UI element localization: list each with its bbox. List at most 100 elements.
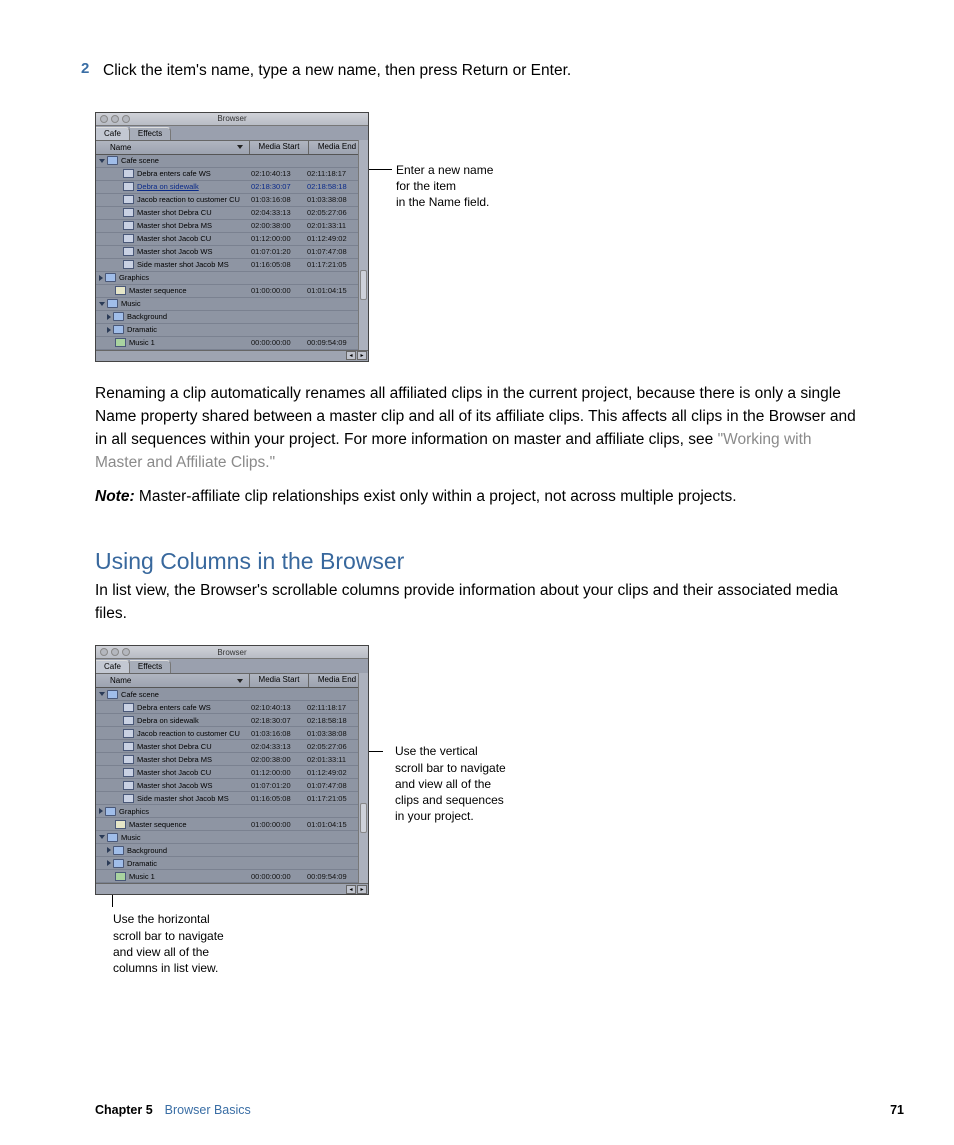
clip-row[interactable]: Master shot Debra CU02:04:33:1302:05:27:… xyxy=(96,740,368,753)
disclosure-triangle-icon[interactable] xyxy=(99,808,103,814)
vertical-scrollbar[interactable] xyxy=(358,673,368,883)
item-name[interactable]: Dramatic xyxy=(127,325,157,334)
clip-row[interactable]: Master sequence01:00:00:0001:01:04:15 xyxy=(96,818,368,831)
item-name[interactable]: Master shot Jacob WS xyxy=(137,247,212,256)
disclosure-triangle-icon[interactable] xyxy=(99,159,105,163)
callout-vertical-scroll: Use the vertical scroll bar to navigate … xyxy=(395,645,506,824)
item-name[interactable]: Debra on sidewalk xyxy=(137,182,199,191)
tab-cafe[interactable]: Cafe xyxy=(96,660,130,673)
scroll-thumb[interactable] xyxy=(360,270,367,300)
disclosure-triangle-icon[interactable] xyxy=(99,835,105,839)
folder-icon xyxy=(113,846,124,855)
col-name[interactable]: Name xyxy=(96,674,250,687)
item-name[interactable]: Master shot Debra MS xyxy=(137,221,212,230)
scroll-right-icon[interactable]: ▸ xyxy=(357,885,367,894)
clip-row[interactable]: Master shot Debra MS02:00:38:0002:01:33:… xyxy=(96,220,368,233)
clip-row[interactable]: Music 100:00:00:0000:09:54:09 xyxy=(96,337,368,350)
disclosure-triangle-icon[interactable] xyxy=(99,692,105,696)
item-name[interactable]: Music 1 xyxy=(129,872,155,881)
clip-row[interactable]: Jacob reaction to customer CU01:03:16:08… xyxy=(96,727,368,740)
col-media-start[interactable]: Media Start xyxy=(250,674,309,687)
item-name[interactable]: Master shot Debra CU xyxy=(137,742,212,751)
media-end: 02:05:27:06 xyxy=(305,208,361,217)
clip-row[interactable]: Music 100:00:00:0000:09:54:09 xyxy=(96,870,368,883)
bin-row[interactable]: Cafe scene xyxy=(96,688,368,701)
item-name[interactable]: Cafe scene xyxy=(121,690,159,699)
clip-row[interactable]: Debra on sidewalk02:18:30:0702:18:58:18 xyxy=(96,181,368,194)
media-start: 02:00:38:00 xyxy=(249,221,305,230)
item-name[interactable]: Side master shot Jacob MS xyxy=(137,260,229,269)
item-name[interactable]: Master shot Debra MS xyxy=(137,755,212,764)
item-name[interactable]: Debra enters cafe WS xyxy=(137,703,211,712)
item-name[interactable]: Cafe scene xyxy=(121,156,159,165)
item-name[interactable]: Dramatic xyxy=(127,859,157,868)
disclosure-triangle-icon[interactable] xyxy=(107,847,111,853)
disclosure-triangle-icon[interactable] xyxy=(107,327,111,333)
item-name[interactable]: Graphics xyxy=(119,807,149,816)
media-end: 01:17:21:05 xyxy=(305,794,361,803)
horizontal-scrollbar[interactable]: ◂ ▸ xyxy=(96,350,368,361)
item-name[interactable]: Music xyxy=(121,299,141,308)
vertical-scrollbar[interactable] xyxy=(358,140,368,350)
clip-row[interactable]: Side master shot Jacob MS01:16:05:0801:1… xyxy=(96,792,368,805)
bin-row[interactable]: Dramatic xyxy=(96,324,368,337)
tab-cafe[interactable]: Cafe xyxy=(96,127,130,140)
col-name[interactable]: Name xyxy=(96,141,250,154)
tab-effects[interactable]: Effects xyxy=(130,127,171,140)
tab-effects[interactable]: Effects xyxy=(130,660,171,673)
disclosure-triangle-icon[interactable] xyxy=(107,314,111,320)
clip-row[interactable]: Master shot Jacob WS01:07:01:2001:07:47:… xyxy=(96,246,368,259)
item-name[interactable]: Master sequence xyxy=(129,286,187,295)
item-name[interactable]: Graphics xyxy=(119,273,149,282)
clip-row[interactable]: Master shot Jacob CU01:12:00:0001:12:49:… xyxy=(96,233,368,246)
horizontal-scrollbar[interactable]: ◂ ▸ xyxy=(96,883,368,894)
bin-row[interactable]: Dramatic xyxy=(96,857,368,870)
note-label: Note: xyxy=(95,488,139,505)
item-name[interactable]: Master shot Debra CU xyxy=(137,208,212,217)
media-start: 02:04:33:13 xyxy=(249,742,305,751)
clip-row[interactable]: Master shot Jacob CU01:12:00:0001:12:49:… xyxy=(96,766,368,779)
bin-row[interactable]: Background xyxy=(96,844,368,857)
disclosure-triangle-icon[interactable] xyxy=(99,302,105,306)
scroll-thumb[interactable] xyxy=(360,803,367,833)
disclosure-triangle-icon[interactable] xyxy=(107,860,111,866)
item-name[interactable]: Master shot Jacob WS xyxy=(137,781,212,790)
bin-row[interactable]: Music xyxy=(96,298,368,311)
item-name[interactable]: Debra on sidewalk xyxy=(137,716,199,725)
bin-row[interactable]: Music xyxy=(96,831,368,844)
item-name[interactable]: Master shot Jacob CU xyxy=(137,234,211,243)
bin-row[interactable]: Graphics xyxy=(96,805,368,818)
item-name[interactable]: Master sequence xyxy=(129,820,187,829)
clip-row[interactable]: Master shot Debra CU02:04:33:1302:05:27:… xyxy=(96,207,368,220)
clip-row[interactable]: Master shot Debra MS02:00:38:0002:01:33:… xyxy=(96,753,368,766)
media-start: 01:00:00:00 xyxy=(249,820,305,829)
item-name[interactable]: Background xyxy=(127,846,167,855)
clip-row[interactable]: Side master shot Jacob MS01:16:05:0801:1… xyxy=(96,259,368,272)
item-name[interactable]: Side master shot Jacob MS xyxy=(137,794,229,803)
item-name[interactable]: Music xyxy=(121,833,141,842)
disclosure-triangle-icon[interactable] xyxy=(99,275,103,281)
bin-row[interactable]: Cafe scene xyxy=(96,155,368,168)
scroll-right-icon[interactable]: ▸ xyxy=(357,351,367,360)
scroll-left-icon[interactable]: ◂ xyxy=(346,351,356,360)
col-media-start[interactable]: Media Start xyxy=(250,141,309,154)
item-name[interactable]: Music 1 xyxy=(129,338,155,347)
item-name[interactable]: Debra enters cafe WS xyxy=(137,169,211,178)
clip-row[interactable]: Jacob reaction to customer CU01:03:16:08… xyxy=(96,194,368,207)
sort-indicator-icon xyxy=(237,145,243,149)
chapter-title: Browser Basics xyxy=(165,1103,251,1117)
clip-row[interactable]: Master sequence01:00:00:0001:01:04:15 xyxy=(96,285,368,298)
clip-row[interactable]: Debra enters cafe WS02:10:40:1302:11:18:… xyxy=(96,701,368,714)
bin-row[interactable]: Background xyxy=(96,311,368,324)
item-name[interactable]: Background xyxy=(127,312,167,321)
item-name[interactable]: Master shot Jacob CU xyxy=(137,768,211,777)
folder-icon xyxy=(113,325,124,334)
clip-row[interactable]: Debra on sidewalk02:18:30:0702:18:58:18 xyxy=(96,714,368,727)
clip-row[interactable]: Master shot Jacob WS01:07:01:2001:07:47:… xyxy=(96,779,368,792)
media-end: 01:07:47:08 xyxy=(305,781,361,790)
item-name[interactable]: Jacob reaction to customer CU xyxy=(137,195,240,204)
bin-row[interactable]: Graphics xyxy=(96,272,368,285)
item-name[interactable]: Jacob reaction to customer CU xyxy=(137,729,240,738)
scroll-left-icon[interactable]: ◂ xyxy=(346,885,356,894)
clip-row[interactable]: Debra enters cafe WS02:10:40:1302:11:18:… xyxy=(96,168,368,181)
